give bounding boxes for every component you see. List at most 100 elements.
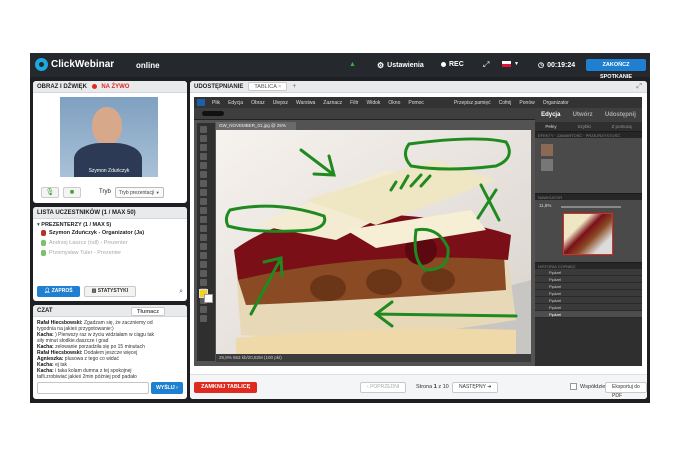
- mode-quick[interactable]: Szybki: [577, 124, 590, 129]
- page-of: z: [438, 384, 442, 390]
- lasso-tool-icon[interactable]: [200, 171, 207, 178]
- image-canvas[interactable]: [216, 130, 531, 354]
- history-item[interactable]: Pędzel: [535, 311, 642, 318]
- menu-item[interactable]: Ponów: [519, 100, 534, 106]
- brush-tool-icon[interactable]: [200, 252, 207, 259]
- tab-sharing[interactable]: UDOSTĘPNIANIE: [194, 84, 243, 90]
- mode-select[interactable]: Tryb prezentacji ▼: [114, 186, 164, 198]
- navigator-thumbnail[interactable]: [563, 213, 613, 255]
- effect-thumbnail[interactable]: [541, 159, 553, 171]
- text-tool-icon[interactable]: [200, 198, 207, 205]
- share-checkbox[interactable]: [570, 383, 577, 390]
- mode-guided[interactable]: Z pomocą: [612, 124, 632, 129]
- statistics-label: STATYSTYKI: [97, 288, 129, 294]
- statistics-button[interactable]: ▥ STATYSTYKI: [83, 286, 137, 297]
- history-item[interactable]: Pędzel: [535, 297, 642, 304]
- menu-item[interactable]: Przepisz pamięć: [454, 100, 491, 106]
- search-icon[interactable]: ⌕: [179, 288, 183, 296]
- gradient-tool-icon[interactable]: [200, 270, 207, 277]
- share-toggle[interactable]: Współdziel: [570, 383, 607, 390]
- crop-tool-icon[interactable]: [200, 207, 207, 214]
- effect-thumbnail[interactable]: [541, 144, 553, 156]
- menu-item[interactable]: Edycja: [228, 100, 243, 106]
- history-item[interactable]: Pędzel: [535, 276, 642, 283]
- menu-item[interactable]: Pomoc: [408, 100, 424, 106]
- navigator-strip[interactable]: NAWIGATOR: [535, 193, 642, 200]
- history-item[interactable]: Pędzel: [535, 283, 642, 290]
- fullscreen-icon[interactable]: ⤢: [636, 83, 642, 91]
- microphone-button[interactable]: 🎙︎: [41, 186, 59, 198]
- chevron-down-icon: ▼: [155, 189, 160, 195]
- next-page-button[interactable]: NASTĘPNY ➜: [452, 382, 499, 393]
- rotate-tool-icon[interactable]: [200, 315, 207, 322]
- healing-brush-icon[interactable]: [200, 225, 207, 232]
- menu-item[interactable]: Filtr: [350, 100, 358, 106]
- paint-bucket-icon[interactable]: [200, 261, 207, 268]
- participant-item[interactable]: Przemysław Tuler - Prezenter: [33, 248, 187, 258]
- record-button[interactable]: REC: [441, 61, 464, 68]
- clone-stamp-icon[interactable]: [200, 234, 207, 241]
- translate-tab[interactable]: Tłumacz: [130, 307, 165, 316]
- red-eye-tool-icon[interactable]: [200, 216, 207, 223]
- tab-whiteboard[interactable]: TABLICA ×: [248, 82, 288, 91]
- menu-item[interactable]: Cofnij: [499, 100, 512, 106]
- record-dot-icon: [441, 62, 446, 67]
- fullscreen-icon[interactable]: ⤢: [483, 60, 489, 70]
- effects-strip[interactable]: EFEKTY · ZAWARTOŚĆ · PRZEJRZYSTOŚĆ: [535, 131, 642, 138]
- chat-message: tafli.zrobiwiać jakieś 2min później pod …: [37, 374, 137, 380]
- history-item[interactable]: Pędzel: [535, 304, 642, 311]
- menu-item[interactable]: Zaznacz: [323, 100, 342, 106]
- selection-brush-icon[interactable]: [200, 189, 207, 196]
- menu-item[interactable]: Ulepsz: [273, 100, 288, 106]
- tab-share[interactable]: Udostępnij: [605, 112, 636, 118]
- previous-page-button[interactable]: ‹ POPRZEDNI: [360, 382, 407, 393]
- tab-create[interactable]: Utwórz: [573, 112, 593, 118]
- participant-item[interactable]: Szymon Zduńczyk - Organizator (Ja): [33, 228, 187, 238]
- participant-name: Przemysław Tuler - Prezenter: [49, 250, 122, 256]
- chat-panel: CZAT Tłumacz Rafał Hiecsbowski: Zgadzam …: [33, 305, 187, 399]
- page-label: Strona: [416, 384, 433, 390]
- eraser-tool-icon[interactable]: [200, 243, 207, 250]
- language-select[interactable]: ▼: [502, 61, 519, 67]
- tab-edit[interactable]: Edycja: [541, 112, 560, 118]
- add-tab-icon[interactable]: +: [292, 83, 296, 90]
- menu-item[interactable]: Organizator: [543, 100, 569, 106]
- invite-button[interactable]: 👤︎ ZAPROŚ: [37, 286, 80, 297]
- document-tab[interactable]: GW_NOVEMBER_01.jpg @ 25% (RGB/8): [216, 122, 296, 136]
- zoom-tool-icon[interactable]: [200, 135, 207, 142]
- history-item[interactable]: Pędzel: [535, 290, 642, 297]
- hand-tool-icon[interactable]: [200, 144, 207, 151]
- menu-item[interactable]: Plik: [212, 100, 220, 106]
- live-badge: NA ŻYWO: [101, 84, 130, 90]
- history-strip[interactable]: HISTORIA COFNIĘĆ: [535, 262, 642, 269]
- participants-header: LISTA UCZESTNIKÓW (1 / MAX 50): [33, 207, 187, 219]
- presenter-head: [92, 107, 122, 145]
- participants-actions: 👤︎ ZAPROŚ ▥ STATYSTYKI ⌕: [37, 286, 183, 297]
- magic-wand-tool-icon[interactable]: [200, 180, 207, 187]
- menu-item[interactable]: Obraz: [251, 100, 265, 106]
- send-button[interactable]: WYŚLIJ ›: [151, 382, 183, 394]
- page-current: 1: [433, 384, 437, 390]
- marquee-tool-icon[interactable]: [200, 162, 207, 169]
- export-pdf-button[interactable]: Eksportuj do PDF: [605, 382, 647, 399]
- history-item[interactable]: Pędzel: [535, 269, 642, 276]
- menu-item[interactable]: Okno: [388, 100, 400, 106]
- chat-input[interactable]: [37, 382, 149, 394]
- mode-full[interactable]: Pełny: [545, 124, 556, 129]
- menu-item[interactable]: Widok: [367, 100, 381, 106]
- presenters-group[interactable]: ▾ PREZENTERZY (1 / MAX 5): [33, 219, 187, 228]
- move-tool-icon[interactable]: [200, 126, 207, 133]
- menu-item[interactable]: Warstwa: [296, 100, 315, 106]
- background-color-swatch[interactable]: [204, 294, 213, 303]
- settings-button[interactable]: ⚙ Ustawienia: [377, 61, 424, 70]
- zoom-slider[interactable]: [561, 206, 621, 208]
- end-meeting-button[interactable]: ZAKOŃCZ SPOTKANIE: [586, 59, 646, 80]
- camera-button[interactable]: ■: [63, 186, 81, 198]
- pencil-tool-icon[interactable]: [200, 306, 207, 313]
- presentation-footer: ZAMKNIJ TABLICĘ ‹ POPRZEDNI Strona 1 z 1…: [190, 374, 647, 399]
- shape-tool-icon[interactable]: [200, 279, 207, 286]
- close-icon[interactable]: ×: [278, 84, 281, 90]
- close-whiteboard-button[interactable]: ZAMKNIJ TABLICĘ: [194, 382, 258, 393]
- participant-item[interactable]: Andrzej Łaszcz (ndl) - Prezenter: [33, 238, 187, 248]
- eyedropper-tool-icon[interactable]: [200, 153, 207, 160]
